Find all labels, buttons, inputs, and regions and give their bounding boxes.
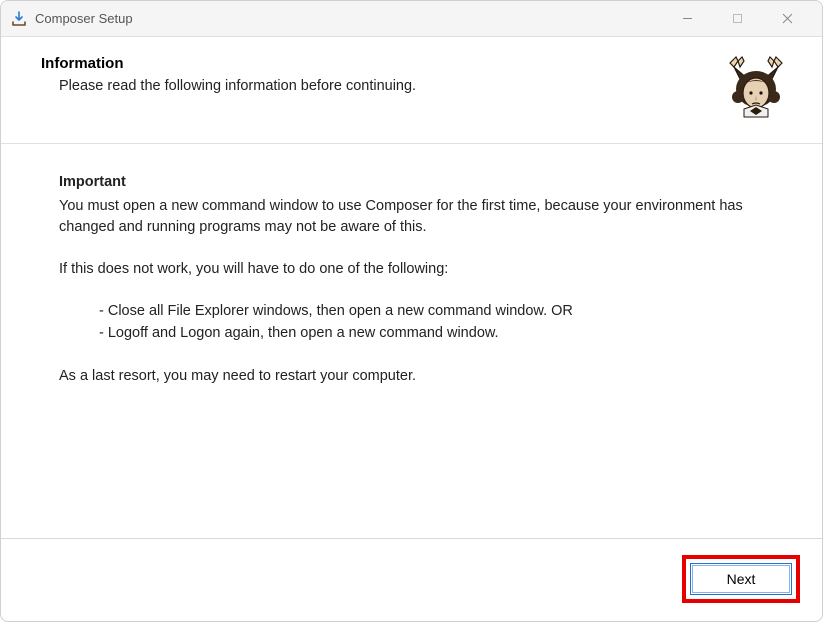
- info-paragraph-2: If this does not work, you will have to …: [59, 259, 768, 279]
- header-area: Information Please read the following in…: [1, 37, 822, 144]
- next-button-highlight: Next: [682, 555, 800, 603]
- minimize-button[interactable]: [662, 1, 712, 37]
- info-bullet-2: - Logoff and Logon again, then open a ne…: [99, 323, 768, 343]
- info-paragraph-1: You must open a new command window to us…: [59, 196, 768, 237]
- info-bullet-1: - Close all File Explorer windows, then …: [99, 301, 768, 321]
- important-label: Important: [59, 172, 768, 192]
- installer-window: Composer Setup Information Please read t…: [0, 0, 823, 622]
- content-area: Important You must open a new command wi…: [1, 144, 822, 538]
- next-button[interactable]: Next: [690, 563, 792, 595]
- info-bullet-list: - Close all File Explorer windows, then …: [59, 301, 768, 344]
- info-paragraph-3: As a last resort, you may need to restar…: [59, 366, 768, 386]
- app-icon: [11, 11, 27, 27]
- header-text: Information Please read the following in…: [41, 55, 710, 94]
- page-subheading: Please read the following information be…: [41, 78, 710, 94]
- composer-logo: [720, 55, 792, 127]
- close-button[interactable]: [762, 1, 812, 37]
- titlebar: Composer Setup: [1, 1, 822, 37]
- maximize-button[interactable]: [712, 1, 762, 37]
- footer-area: Next: [1, 538, 822, 621]
- page-heading: Information: [41, 55, 710, 72]
- window-title: Composer Setup: [35, 11, 133, 26]
